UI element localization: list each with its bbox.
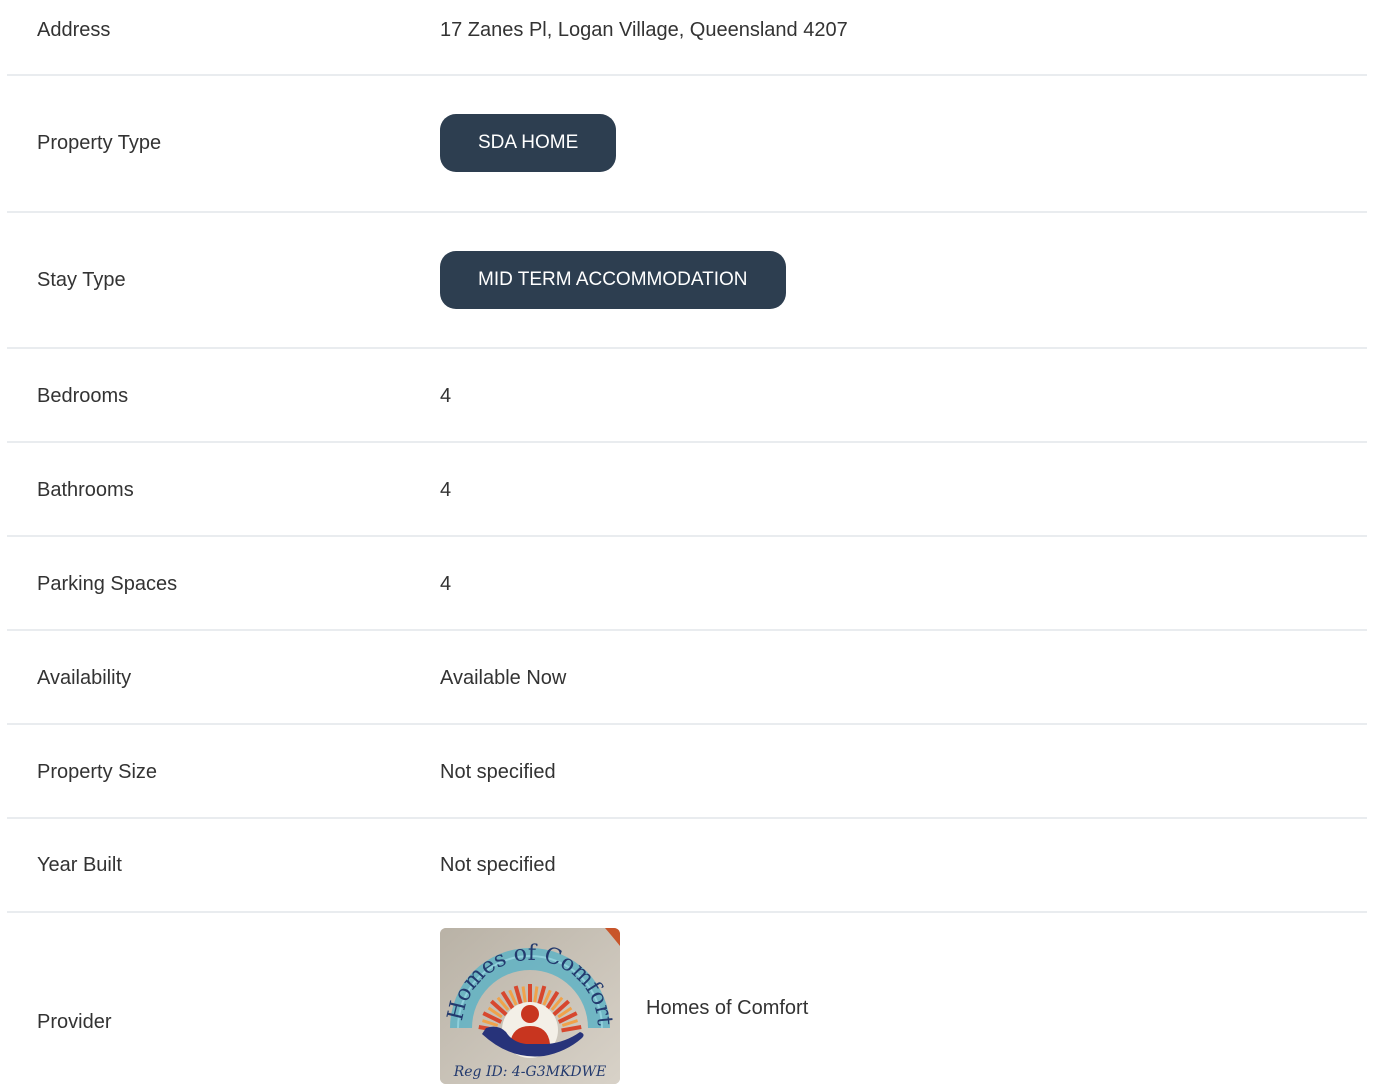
provider-label: Provider [37, 1011, 112, 1033]
parking-value: 4 [440, 573, 452, 595]
availability-label: Availability [37, 667, 132, 689]
provider-reg-id: Reg ID: 4-G3MKDWE [453, 1064, 607, 1080]
bathrooms-label: Bathrooms [37, 479, 134, 501]
provider-logo-image: Homes of Comfort Reg ID: 4-G3MKDWE [440, 928, 620, 1084]
bedrooms-label: Bedrooms [37, 385, 129, 407]
row-property-type: Property Type SDA HOME [7, 76, 1367, 213]
property-size-value: Not specified [440, 761, 556, 783]
address-label: Address [37, 19, 111, 41]
address-value: 17 Zanes Pl, Logan Village, Queensland 4… [440, 19, 848, 41]
row-year-built: Year Built Not specified [7, 819, 1367, 913]
row-bathrooms: Bathrooms 4 [7, 443, 1367, 537]
parking-label: Parking Spaces [37, 573, 178, 595]
row-provider: Provider Homes of Comfort Reg ID: 4-G3MK… [7, 913, 1367, 1086]
bedrooms-value: 4 [440, 385, 452, 407]
row-bedrooms: Bedrooms 4 [7, 349, 1367, 443]
row-property-size: Property Size Not specified [7, 725, 1367, 819]
property-size-label: Property Size [37, 761, 158, 783]
property-type-label: Property Type [37, 132, 162, 154]
property-details-table: Address 17 Zanes Pl, Logan Village, Quee… [7, 0, 1367, 1086]
row-address: Address 17 Zanes Pl, Logan Village, Quee… [7, 0, 1367, 76]
stay-type-badge[interactable]: MID TERM ACCOMMODATION [440, 251, 786, 309]
property-type-badge[interactable]: SDA HOME [440, 114, 617, 172]
year-built-value: Not specified [440, 854, 556, 876]
provider-logo[interactable]: Homes of Comfort Reg ID: 4-G3MKDWE [440, 928, 620, 1084]
bathrooms-value: 4 [440, 479, 452, 501]
row-parking: Parking Spaces 4 [7, 537, 1367, 631]
availability-value: Available Now [440, 667, 567, 689]
provider-name[interactable]: Homes of Comfort [646, 997, 808, 1020]
row-availability: Availability Available Now [7, 631, 1367, 725]
stay-type-label: Stay Type [37, 269, 126, 291]
year-built-label: Year Built [37, 854, 122, 876]
row-stay-type: Stay Type MID TERM ACCOMMODATION [7, 213, 1367, 349]
